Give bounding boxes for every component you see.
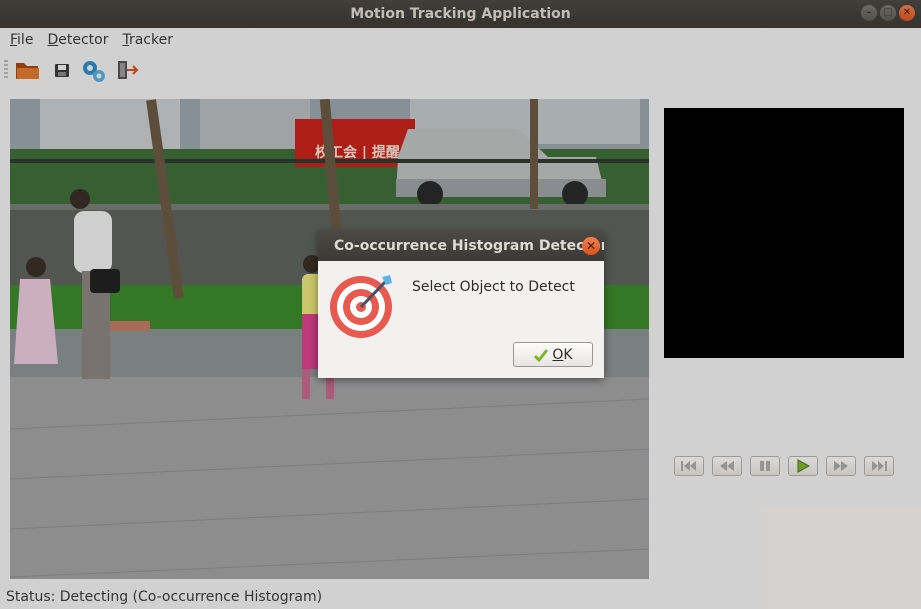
checkmark-icon — [534, 348, 549, 362]
ok-button-label: OK — [552, 346, 573, 363]
dialog-message: Select Object to Detect — [412, 279, 575, 295]
detector-dialog: Co-occurrence Histogram Detector ✕ Selec… — [318, 231, 604, 378]
dialog-close-icon[interactable]: ✕ — [582, 237, 600, 255]
ok-button[interactable]: OK — [513, 342, 593, 367]
target-dart-icon — [328, 271, 396, 343]
dialog-title: Co-occurrence Histogram Detector — [318, 231, 604, 261]
